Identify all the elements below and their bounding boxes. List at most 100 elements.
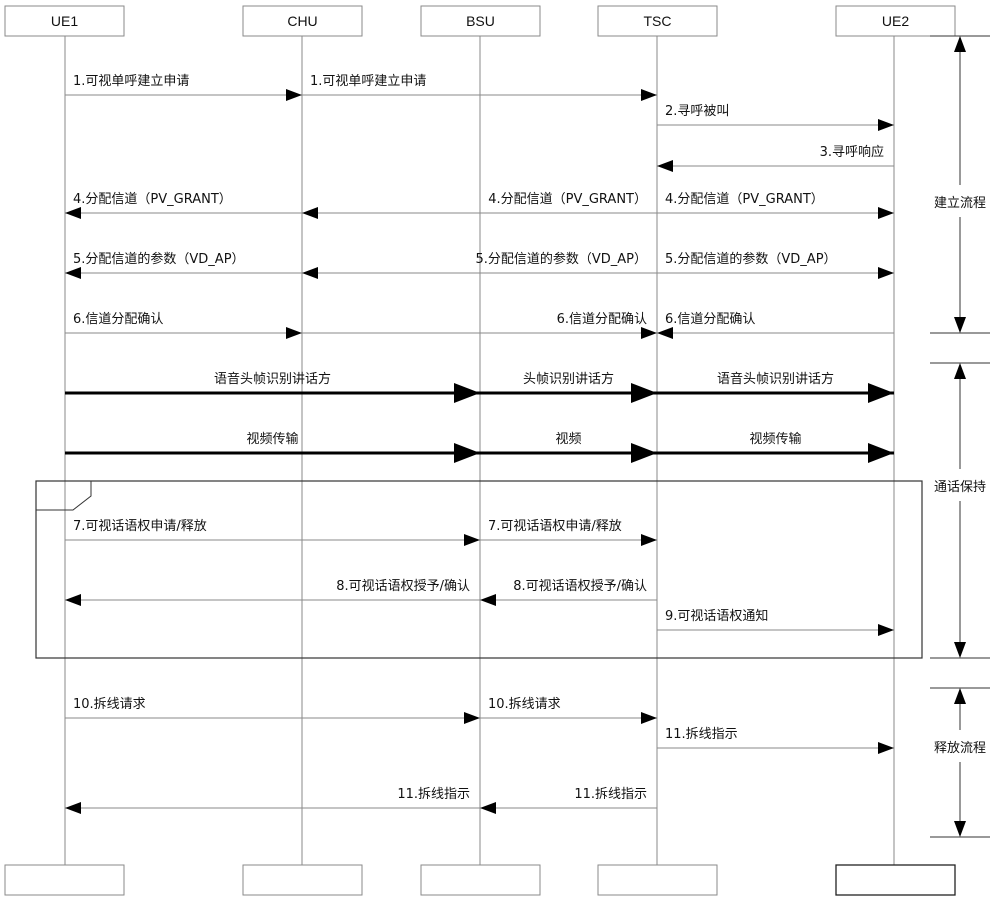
phase-brackets: 建立流程通话保持释放流程	[930, 35, 990, 838]
message-arrow[interactable]: 11.拆线指示	[480, 787, 657, 814]
message-label: 视频	[555, 432, 581, 447]
phase-label: 释放流程	[934, 741, 986, 756]
message-arrow[interactable]: 语音头帧识别讲话方	[657, 371, 894, 403]
arrowhead-icon	[641, 89, 657, 101]
message-arrow[interactable]: 10.拆线请求	[480, 697, 657, 724]
message-arrow[interactable]: 10.拆线请求	[65, 697, 480, 724]
message-arrow[interactable]: 6.信道分配确认	[657, 312, 894, 339]
message-label: 7.可视话语权申请/释放	[73, 518, 207, 534]
arrowhead-icon	[631, 443, 657, 463]
arrowhead-icon	[657, 327, 673, 339]
message-arrow[interactable]: 5.分配信道的参数（VD_AP）	[65, 251, 302, 279]
message-label: 11.拆线指示	[397, 787, 470, 802]
participant-footers	[4, 864, 956, 896]
message-arrow[interactable]: 7.可视话语权申请/释放	[65, 518, 480, 546]
loop-frame-tab	[36, 481, 92, 511]
message-arrow[interactable]: 8.可视话语权授予/确认	[65, 578, 480, 606]
arrowhead-icon	[454, 443, 480, 463]
message-arrow[interactable]: 1.可视单呼建立申请	[65, 74, 302, 101]
message-label: 8.可视话语权授予/确认	[513, 578, 647, 594]
arrowhead-icon	[878, 742, 894, 754]
message-label: 6.信道分配确认	[665, 312, 755, 327]
message-label: 8.可视话语权授予/确认	[336, 578, 470, 594]
message-arrow[interactable]: 3.寻呼响应	[657, 144, 894, 172]
arrow-down-icon	[954, 821, 966, 837]
message-label: 视频传输	[246, 431, 298, 447]
arrowhead-icon	[302, 207, 318, 219]
participant-label: UE2	[882, 13, 909, 29]
arrow-up-icon	[954, 363, 966, 379]
participant-ue2[interactable]: UE2	[835, 5, 956, 37]
participant-chu[interactable]: CHU	[242, 5, 363, 37]
participant-tsc[interactable]: TSC	[597, 5, 718, 37]
message-arrow[interactable]: 8.可视话语权授予/确认	[480, 578, 657, 606]
phase-bracket: 建立流程	[930, 35, 990, 334]
message-label: 3.寻呼响应	[820, 144, 884, 160]
message-label: 7.可视话语权申请/释放	[488, 518, 622, 534]
arrowhead-icon	[878, 267, 894, 279]
message-arrow[interactable]: 2.寻呼被叫	[657, 104, 894, 131]
message-label: 头帧识别讲话方	[523, 371, 614, 387]
message-label: 2.寻呼被叫	[665, 104, 729, 119]
arrowhead-icon	[65, 207, 81, 219]
message-arrow[interactable]: 11.拆线指示	[657, 727, 894, 754]
arrowhead-icon	[480, 802, 496, 814]
arrowhead-icon	[878, 119, 894, 131]
message-arrow[interactable]: 视频传输	[65, 431, 480, 463]
participant-label: BSU	[466, 13, 495, 29]
arrow-up-icon	[954, 36, 966, 52]
arrowhead-icon	[286, 89, 302, 101]
message-arrow[interactable]: 视频传输	[657, 431, 894, 463]
sequence-diagram: UE1 CHU BSU TSC UE2 1.可视单呼建立申请1.可视单呼建立申	[4, 5, 990, 896]
message-arrow[interactable]: 头帧识别讲话方	[480, 371, 657, 403]
participant-label: TSC	[644, 13, 672, 29]
arrowhead-icon	[65, 802, 81, 814]
message-label: 1.可视单呼建立申请	[73, 74, 189, 89]
message-label: 6.信道分配确认	[557, 312, 647, 327]
message-label: 语音头帧识别讲话方	[717, 371, 834, 387]
message-arrow[interactable]: 5.分配信道的参数（VD_AP）	[657, 251, 894, 279]
phase-bracket: 通话保持	[930, 362, 990, 659]
participant-ue1[interactable]: UE1	[4, 5, 125, 37]
footer-box-ue2	[835, 864, 956, 896]
message-arrow[interactable]: 7.可视话语权申请/释放	[480, 518, 657, 546]
message-arrow[interactable]: 视频	[480, 432, 657, 463]
arrowhead-icon	[464, 712, 480, 724]
phase-label: 通话保持	[934, 480, 986, 495]
footer-box-tsc	[597, 864, 718, 896]
arrowhead-icon	[641, 327, 657, 339]
message-label: 9.可视话语权通知	[665, 608, 768, 624]
message-label: 4.分配信道（PV_GRANT）	[665, 192, 824, 207]
arrowhead-icon	[868, 443, 894, 463]
message-label: 10.拆线请求	[488, 697, 561, 712]
message-label: 6.信道分配确认	[73, 312, 163, 327]
arrowhead-icon	[480, 594, 496, 606]
arrowhead-icon	[65, 267, 81, 279]
message-label: 5.分配信道的参数（VD_AP）	[665, 251, 837, 267]
arrowhead-icon	[641, 712, 657, 724]
arrowhead-icon	[65, 594, 81, 606]
lifelines	[64, 36, 895, 865]
phase-label: 建立流程	[934, 196, 986, 211]
arrowhead-icon	[631, 383, 657, 403]
phase-bracket: 释放流程	[930, 687, 990, 838]
message-arrow[interactable]: 语音头帧识别讲话方	[65, 371, 480, 403]
participant-bsu[interactable]: BSU	[420, 5, 541, 37]
participant-headers: UE1 CHU BSU TSC UE2	[4, 5, 956, 37]
arrowhead-icon	[286, 327, 302, 339]
message-label: 5.分配信道的参数（VD_AP）	[475, 251, 647, 267]
arrowhead-icon	[302, 267, 318, 279]
message-arrow[interactable]: 11.拆线指示	[65, 787, 480, 814]
participant-label: UE1	[51, 13, 78, 29]
arrowhead-icon	[878, 207, 894, 219]
message-label: 10.拆线请求	[73, 697, 146, 712]
message-arrow[interactable]: 9.可视话语权通知	[657, 608, 894, 636]
message-label: 1.可视单呼建立申请	[310, 74, 426, 89]
message-arrow[interactable]: 4.分配信道（PV_GRANT）	[65, 192, 302, 219]
message-label: 5.分配信道的参数（VD_AP）	[73, 251, 245, 267]
arrow-up-icon	[954, 688, 966, 704]
footer-box-ue1	[4, 864, 125, 896]
message-arrow[interactable]: 4.分配信道（PV_GRANT）	[657, 192, 894, 219]
message-label: 4.分配信道（PV_GRANT）	[73, 192, 232, 207]
message-arrow[interactable]: 6.信道分配确认	[65, 312, 302, 339]
